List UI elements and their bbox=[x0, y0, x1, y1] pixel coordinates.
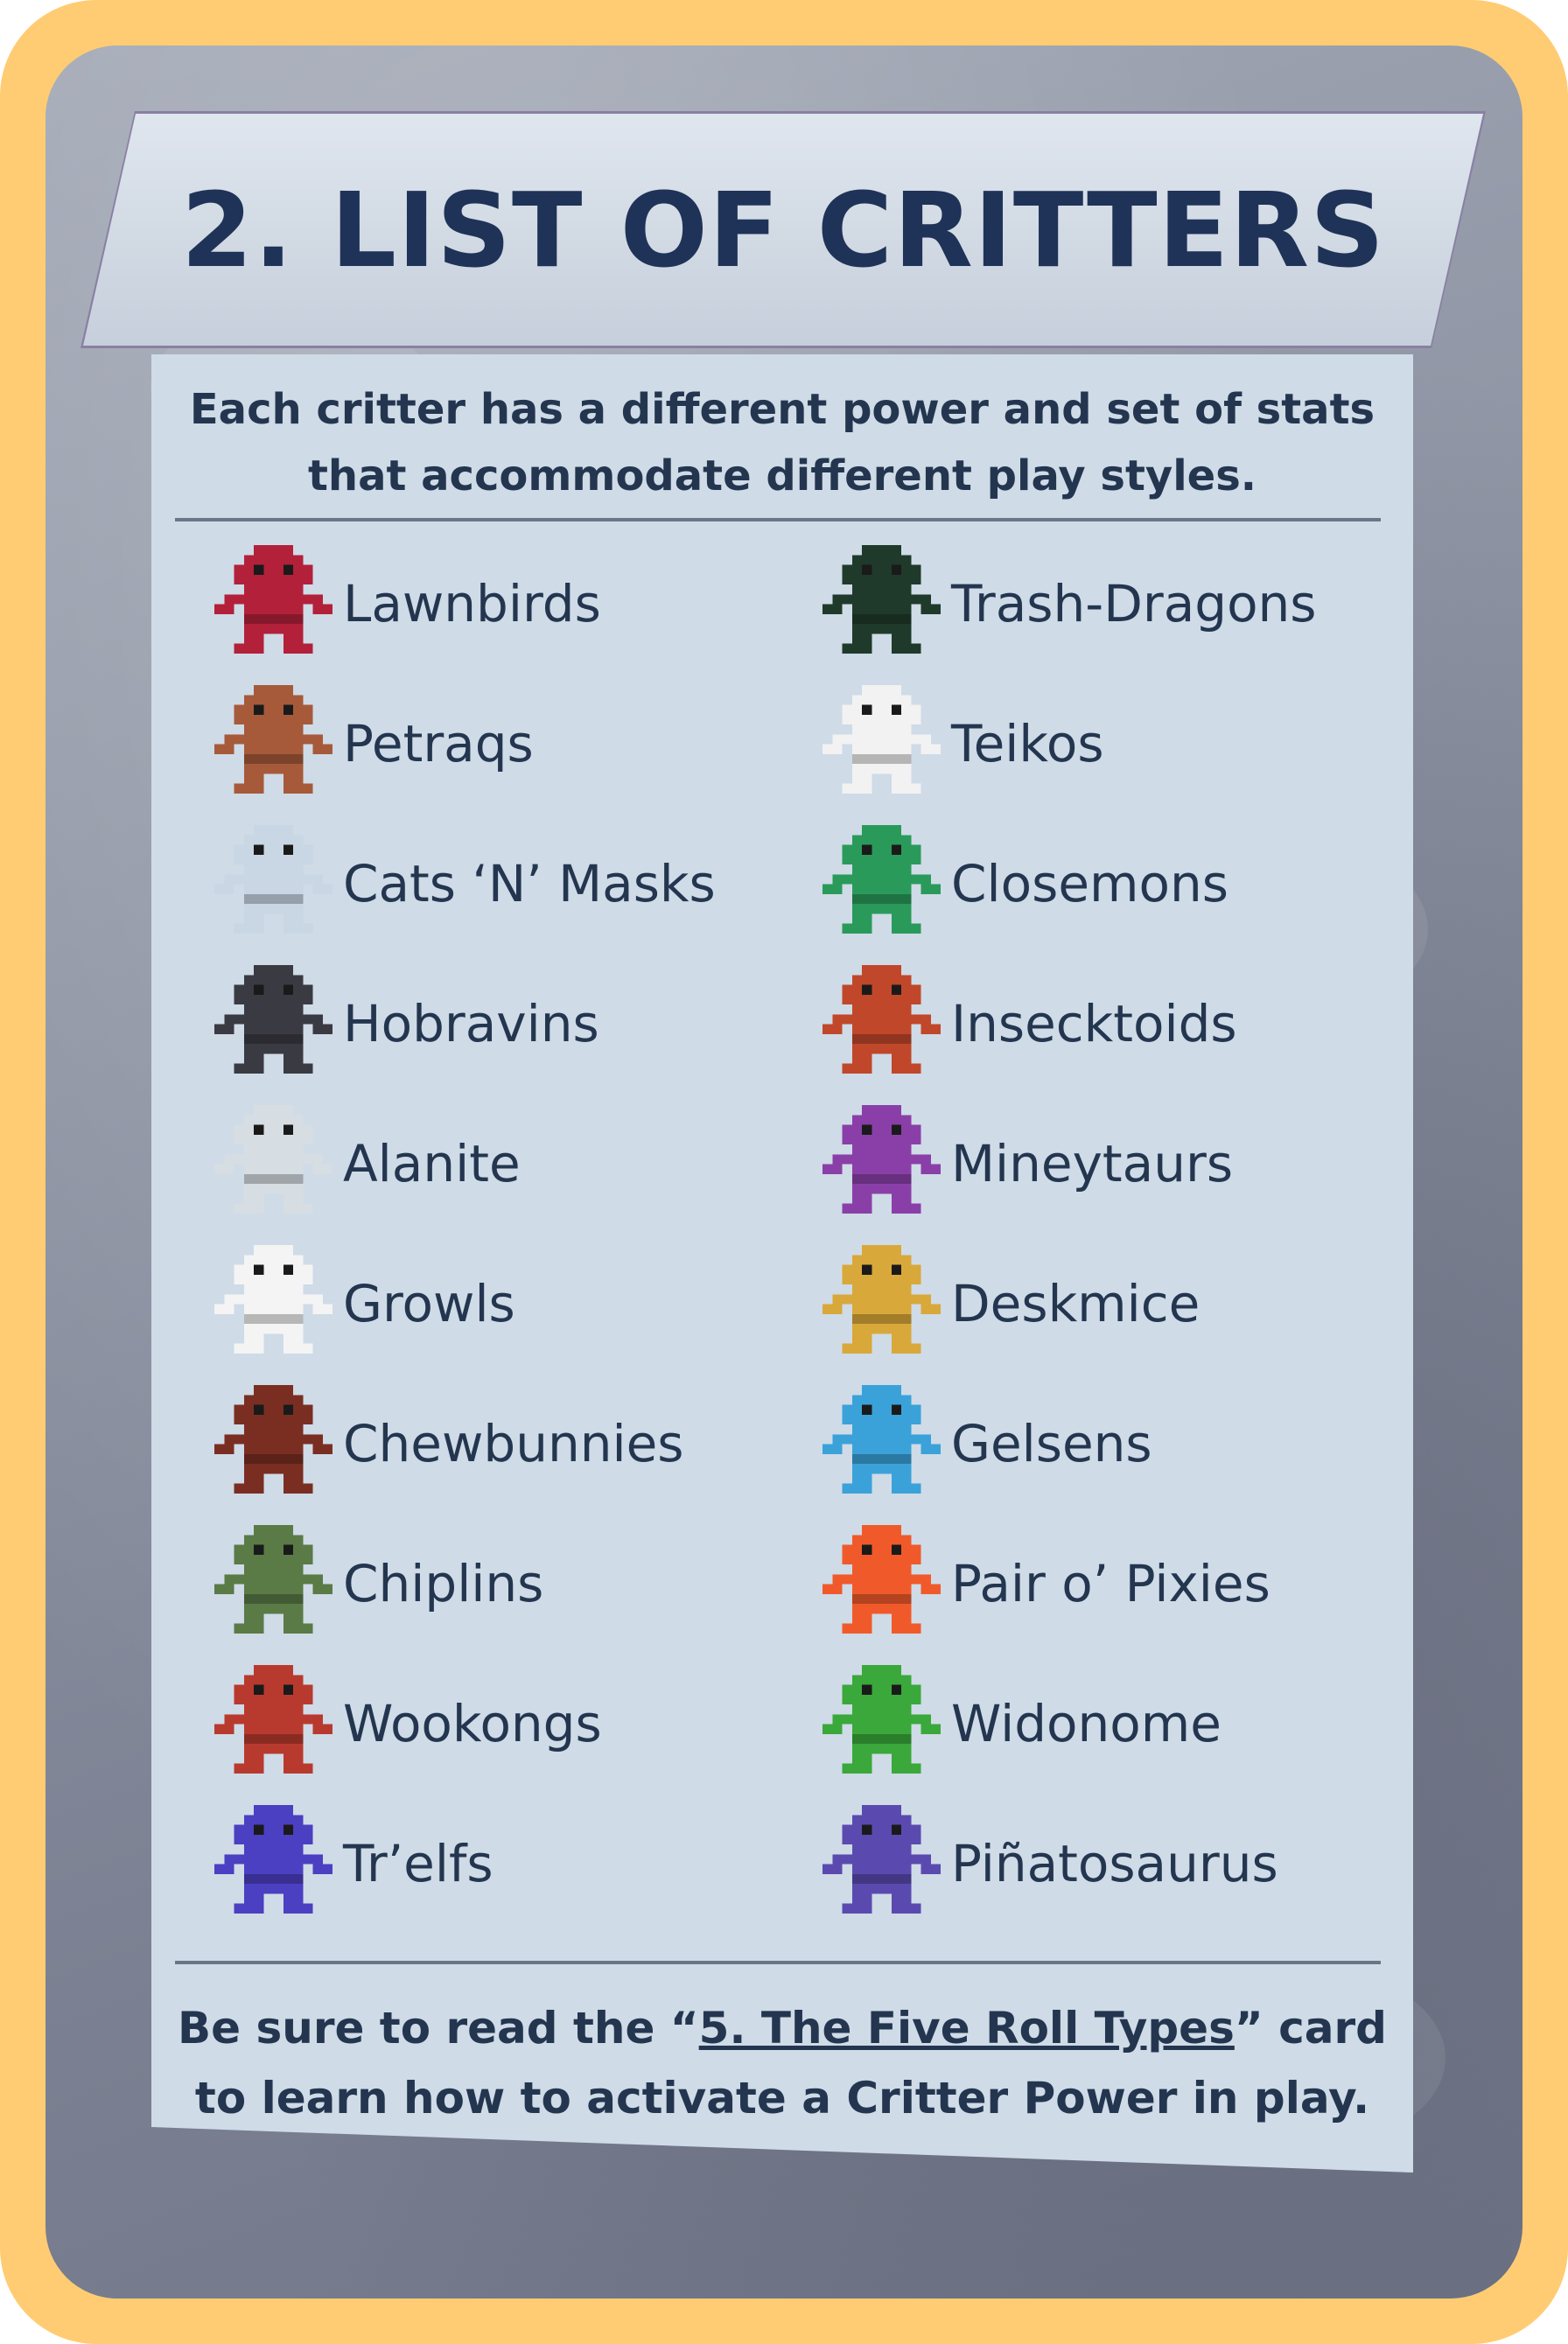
critter-item-petraqs: Petraqs bbox=[214, 674, 822, 814]
card-title: 2. LIST OF CRITTERS bbox=[180, 169, 1386, 290]
critter-item-pair-o-pixies: Pair o’ Pixies bbox=[822, 1514, 1404, 1654]
footer-line-2: to learn how to activate a Critter Power… bbox=[194, 2073, 1370, 2124]
critter-name: Tr’elfs bbox=[343, 1834, 494, 1893]
critter-item-chiplins: Chiplins bbox=[214, 1514, 822, 1654]
critter-name: Pair o’ Pixies bbox=[951, 1554, 1270, 1613]
divider-bottom bbox=[175, 1961, 1381, 1964]
critter-name: Gelsens bbox=[951, 1414, 1152, 1473]
critter-name: Deskmice bbox=[951, 1274, 1200, 1333]
pinatosaurus-sprite-icon bbox=[822, 1804, 941, 1914]
critter-name: Petraqs bbox=[343, 714, 534, 773]
critter-name: Insecktoids bbox=[951, 994, 1237, 1053]
wookongs-sprite-icon bbox=[214, 1664, 332, 1774]
petraqs-sprite-icon bbox=[214, 684, 332, 794]
critter-item-teikos: Teikos bbox=[822, 674, 1404, 814]
tr-elfs-sprite-icon bbox=[214, 1804, 332, 1914]
critter-name: Teikos bbox=[951, 714, 1104, 773]
chiplins-sprite-icon bbox=[214, 1524, 332, 1634]
divider-top bbox=[175, 518, 1381, 521]
critter-item-deskmice: Deskmice bbox=[822, 1234, 1404, 1374]
footer-post: ” card bbox=[1234, 2003, 1387, 2054]
critter-item-chewbunnies: Chewbunnies bbox=[214, 1374, 822, 1514]
game-card: 2. LIST OF CRITTERS Each critter has a d… bbox=[0, 0, 1568, 2344]
critter-item-alanite: Alanite bbox=[214, 1094, 822, 1234]
critter-name: Cats ‘N’ Masks bbox=[343, 854, 716, 913]
alanite-sprite-icon bbox=[214, 1104, 332, 1214]
critter-name: Widonome bbox=[951, 1694, 1222, 1753]
intro-text: Each critter has a different power and s… bbox=[151, 376, 1413, 509]
trash-dragons-sprite-icon bbox=[822, 544, 941, 654]
cats-n-masks-sprite-icon bbox=[214, 824, 332, 934]
critter-item-cats-n-masks: Cats ‘N’ Masks bbox=[214, 814, 822, 954]
critter-name: Piñatosaurus bbox=[951, 1834, 1278, 1893]
critter-name: Lawnbirds bbox=[343, 574, 601, 633]
hobravins-sprite-icon bbox=[214, 964, 332, 1074]
critter-name: Wookongs bbox=[343, 1694, 602, 1753]
teikos-sprite-icon bbox=[822, 684, 941, 794]
critter-item-closemons: Closemons bbox=[822, 814, 1404, 954]
footer-pre: Be sure to read the “ bbox=[178, 2003, 699, 2054]
pair-o-pixies-sprite-icon bbox=[822, 1524, 941, 1634]
five-roll-types-link[interactable]: 5. The Five Roll Types bbox=[699, 2003, 1235, 2054]
chewbunnies-sprite-icon bbox=[214, 1384, 332, 1494]
footer-text: Be sure to read the “5. The Five Roll Ty… bbox=[151, 1993, 1413, 2133]
critter-item-trash-dragons: Trash-Dragons bbox=[822, 534, 1404, 674]
critter-item-gelsens: Gelsens bbox=[822, 1374, 1404, 1514]
lawnbirds-sprite-icon bbox=[214, 544, 332, 654]
critter-item-mineytaurs: Mineytaurs bbox=[822, 1094, 1404, 1234]
critter-item-wookongs: Wookongs bbox=[214, 1654, 822, 1794]
critter-item-tr-elfs: Tr’elfs bbox=[214, 1794, 822, 1934]
growls-sprite-icon bbox=[214, 1244, 332, 1354]
footer-line-1: Be sure to read the “5. The Five Roll Ty… bbox=[151, 1993, 1413, 2063]
critter-name: Mineytaurs bbox=[951, 1134, 1234, 1193]
widonome-sprite-icon bbox=[822, 1664, 941, 1774]
insecktoids-sprite-icon bbox=[822, 964, 941, 1074]
critter-item-hobravins: Hobravins bbox=[214, 954, 822, 1094]
critter-name: Trash-Dragons bbox=[951, 574, 1317, 633]
critter-item-widonome: Widonome bbox=[822, 1654, 1404, 1794]
critter-name: Chiplins bbox=[343, 1554, 544, 1613]
intro-line-2: that accommodate different play styles. bbox=[307, 451, 1257, 500]
critter-name: Growls bbox=[343, 1274, 515, 1333]
intro-line-1: Each critter has a different power and s… bbox=[189, 385, 1376, 434]
critter-list: Lawnbirds Trash-Dragons Petraqs Teikos Cats … bbox=[214, 534, 1404, 1934]
critter-name: Closemons bbox=[951, 854, 1228, 913]
critter-name: Hobravins bbox=[343, 994, 599, 1053]
critter-item-growls: Growls bbox=[214, 1234, 822, 1374]
critter-item-lawnbirds: Lawnbirds bbox=[214, 534, 822, 674]
critter-name: Chewbunnies bbox=[343, 1414, 684, 1473]
critter-item-pinatosaurus: Piñatosaurus bbox=[822, 1794, 1404, 1934]
critter-name: Alanite bbox=[343, 1134, 521, 1193]
deskmice-sprite-icon bbox=[822, 1244, 941, 1354]
gelsens-sprite-icon bbox=[822, 1384, 941, 1494]
closemons-sprite-icon bbox=[822, 824, 941, 934]
critter-item-insecktoids: Insecktoids bbox=[822, 954, 1404, 1094]
mineytaurs-sprite-icon bbox=[822, 1104, 941, 1214]
